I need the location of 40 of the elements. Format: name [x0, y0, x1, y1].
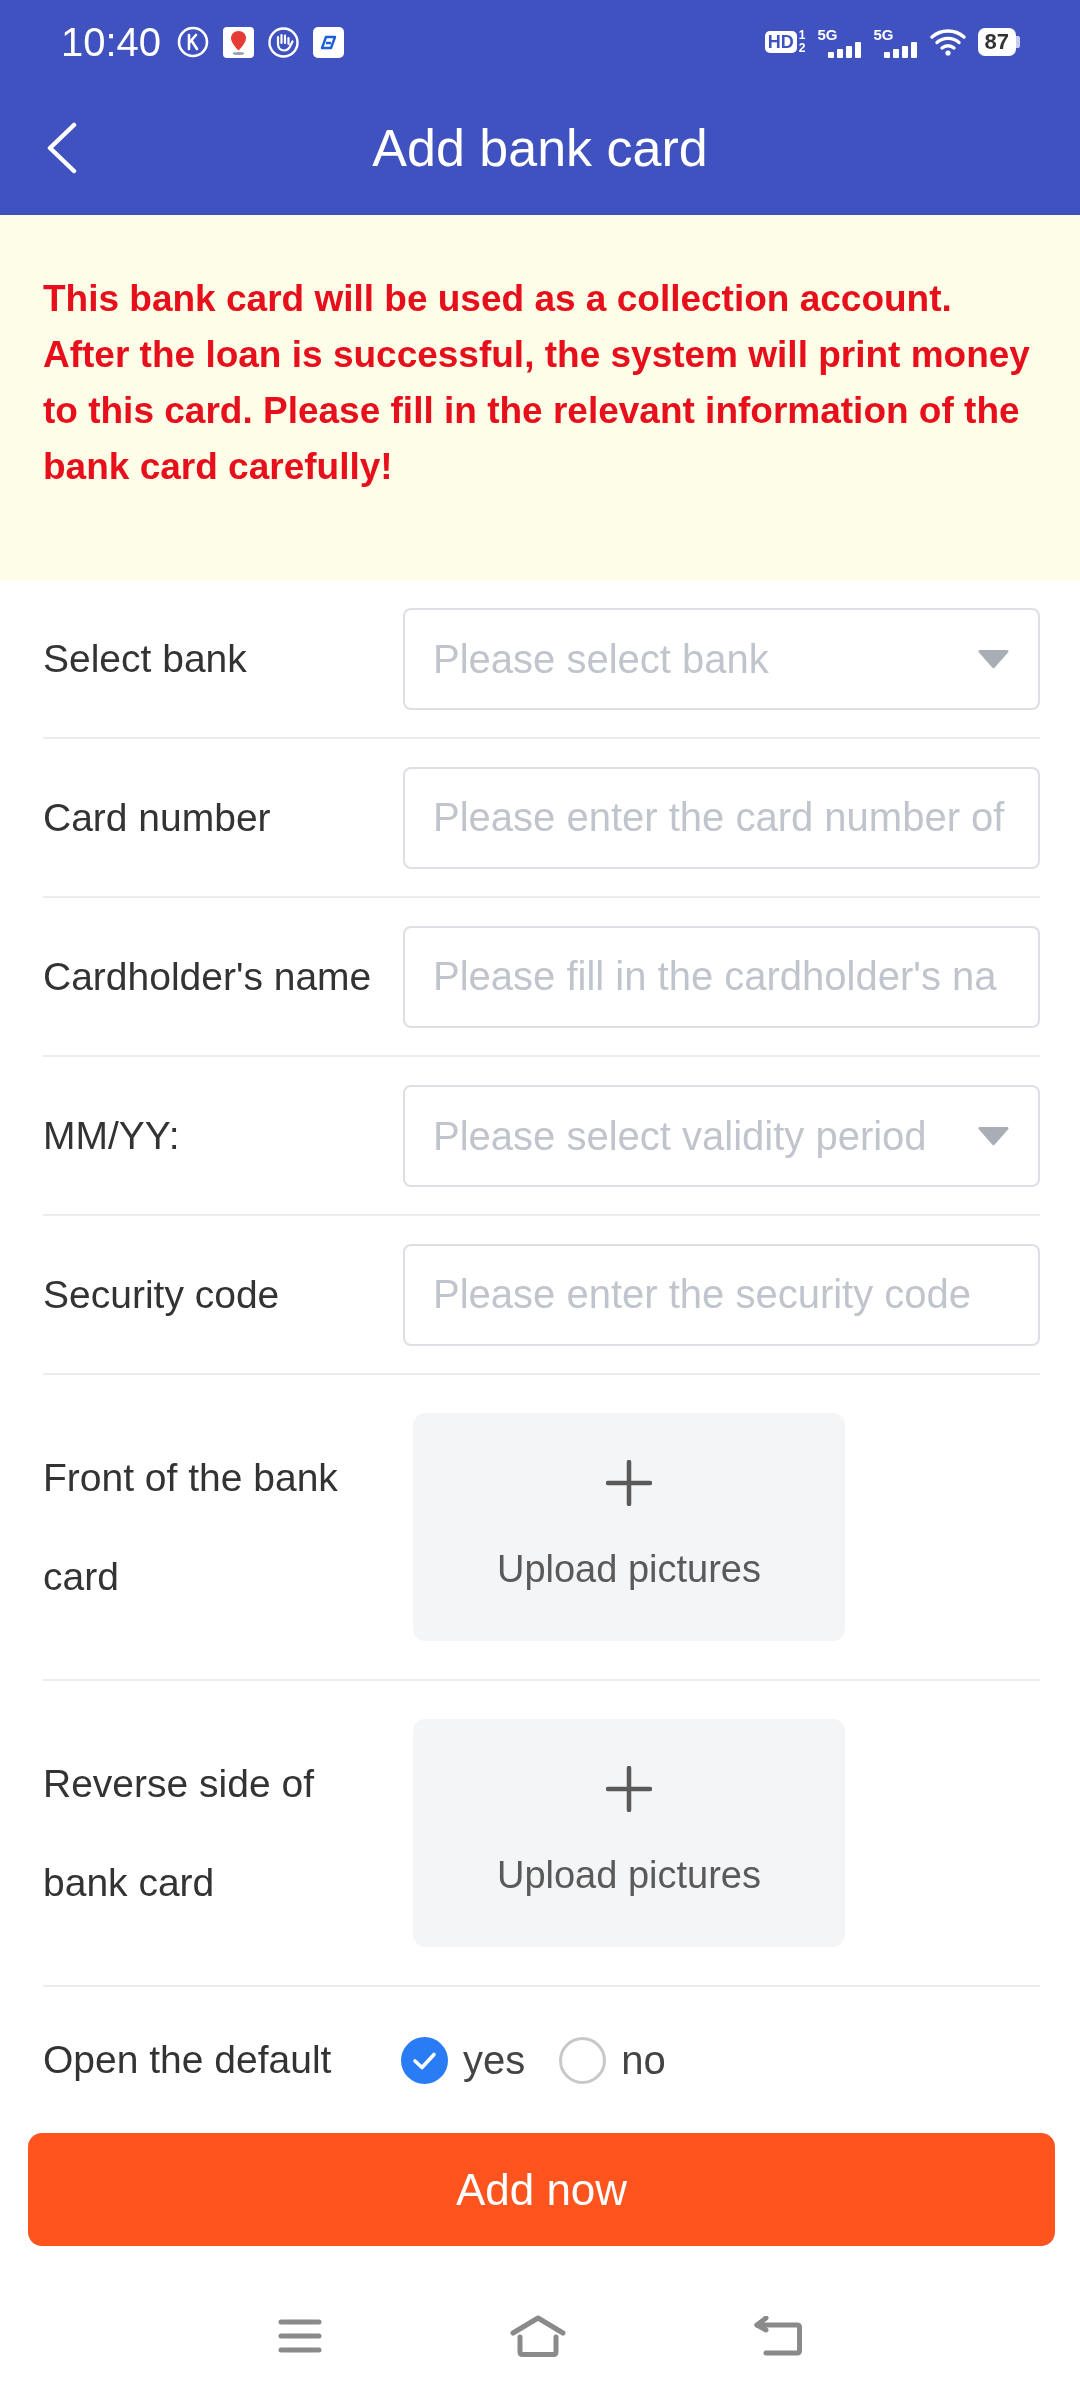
plus-icon [606, 1460, 652, 1506]
field-label: Front of the bank card [43, 1455, 339, 1600]
input-field[interactable]: Please enter the security code [403, 1243, 1040, 1346]
page-title: Add bank card [371, 121, 709, 174]
radio-option[interactable]: no [559, 2030, 666, 2090]
field-label: Select bank [43, 636, 248, 682]
map-pin-icon [223, 26, 255, 58]
input-field[interactable]: Please fill in the cardholder's na [403, 925, 1040, 1028]
field-label: Open the default [43, 2036, 333, 2083]
hand-icon [268, 26, 300, 58]
back-icon[interactable] [753, 2316, 803, 2356]
field-label: MM/YY: [43, 1113, 181, 1159]
sim-slot-text: 2 [798, 42, 806, 55]
signal-icon [883, 41, 918, 58]
caret-icon [978, 648, 1009, 669]
battery-indicator: 87 [977, 28, 1020, 56]
chevron-left-icon [46, 121, 78, 174]
sim-slot-text: 1 [798, 29, 806, 42]
upload-button[interactable]: Upload pictures [413, 1719, 845, 1947]
clock-text: 10:40 [61, 22, 162, 62]
caret-icon [978, 1125, 1009, 1146]
menu-icon[interactable] [277, 2319, 322, 2353]
network-type-text: 5G [873, 26, 894, 42]
plus-icon [606, 1766, 652, 1812]
wifi-icon [929, 28, 966, 56]
network-type-text: 5G [817, 26, 838, 42]
field-label: Security code [43, 1272, 281, 1318]
field-label: Cardholder's name [43, 954, 373, 1000]
hd-indicator: HD [764, 31, 797, 53]
field-label: Reverse side of bank card [43, 1761, 315, 1906]
add-now-button[interactable]: Add now [28, 2133, 1055, 2246]
circle-logo-icon [177, 26, 210, 58]
upload-button[interactable]: Upload pictures [413, 1413, 845, 1641]
home-icon[interactable] [509, 2315, 566, 2357]
field-label: Card number [43, 795, 272, 841]
input-field[interactable]: Please enter the card number of [403, 766, 1040, 869]
notice-text: This bank card will be used as a collection account. After the loan is successful, the system will print money to this card. Please fill in the relevant information of the bank card carefully! [43, 277, 1031, 489]
app-icon [313, 26, 345, 58]
radio-option[interactable]: yes [401, 2030, 526, 2090]
signal-icon [827, 41, 862, 58]
